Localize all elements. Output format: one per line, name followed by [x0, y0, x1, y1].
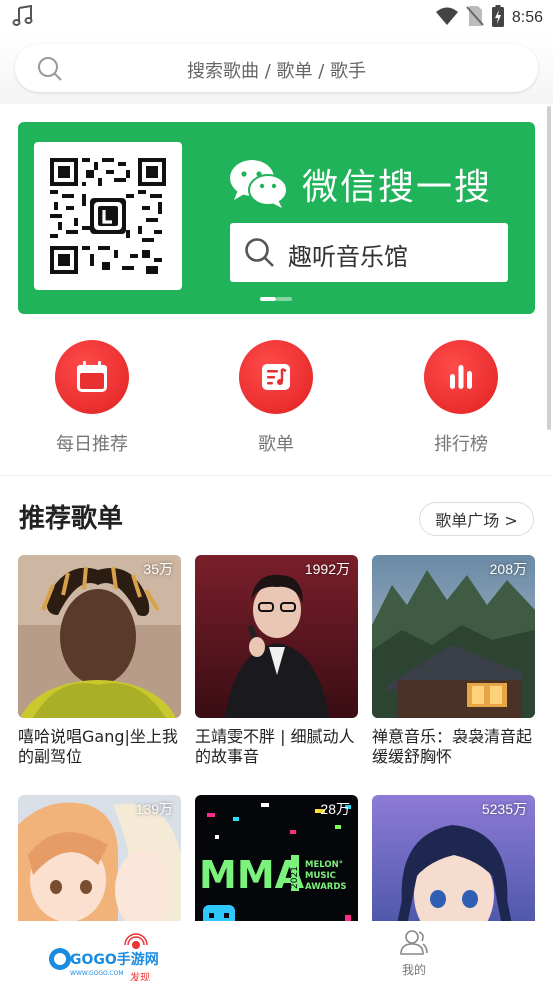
playlist-card[interactable]: 1992万 王靖雯不胖 | 细腻动人的故事音 — [195, 555, 358, 767]
playlist-cover: 208万 — [372, 555, 535, 718]
wechat-icon — [228, 158, 290, 214]
playlist-square-button[interactable]: 歌单广场 > — [419, 502, 534, 536]
search-placeholder: 搜索歌曲 / 歌单 / 歌手 — [186, 61, 366, 82]
play-count: 139万 — [135, 801, 173, 817]
playlist-cover: 1992万 — [195, 555, 358, 718]
watermark-text: GOGO手游网 — [70, 951, 158, 968]
search-input[interactable]: 搜索歌曲 / 歌单 / 歌手 — [15, 44, 538, 92]
mma-sub-text-2: MUSIC — [305, 871, 336, 881]
qr-code — [34, 142, 182, 290]
pagination-dot — [276, 297, 292, 301]
play-count: 5235万 — [481, 801, 527, 817]
banner[interactable]: 微信搜一搜 趣听音乐馆 — [18, 122, 535, 314]
banner-search-text: 趣听音乐馆 — [288, 243, 408, 271]
no-sim-icon — [466, 5, 484, 31]
watermark-url: WWW.GOGO.COM — [70, 970, 124, 977]
daily-recommend-button[interactable]: 每日推荐 — [32, 340, 152, 456]
nav-tab-mine[interactable]: 我的 — [394, 929, 434, 978]
mma-sub-text-3: AWARDS — [305, 882, 347, 892]
section-title: 推荐歌单 — [19, 504, 124, 534]
playlist-cover: 35万 — [18, 555, 181, 718]
mma-sub-text: MELON° — [305, 860, 343, 870]
play-count: 35万 — [143, 561, 173, 577]
banner-title: 微信搜一搜 — [302, 167, 493, 208]
status-time: 8:56 — [511, 9, 543, 26]
calendar-icon — [55, 340, 129, 414]
header: 搜索歌曲 / 歌单 / 歌手 — [0, 34, 553, 104]
divider — [0, 475, 553, 476]
playlist-title: 嘻哈说唱Gang|坐上我的副驾位 — [18, 727, 178, 766]
pagination-dot-active — [260, 297, 276, 301]
bottom-nav: GOGO手游网 WWW.GOGO.COM 发现 我的 — [0, 921, 553, 983]
playlist-icon — [239, 340, 313, 414]
mma-year-text: 2021 — [290, 866, 300, 889]
playlist-label: 歌单 — [258, 434, 294, 455]
play-count: 28万 — [320, 801, 350, 817]
quick-nav: 每日推荐 歌单 排行榜 — [0, 340, 553, 470]
search-icon — [244, 237, 276, 273]
music-note-icon — [12, 4, 34, 31]
battery-icon — [491, 5, 504, 31]
mma-logo-text: MMA — [199, 853, 305, 897]
playlist-card[interactable]: 208万 禅意音乐：袅袅清音起缓缓舒胸怀 — [372, 555, 535, 767]
playlist-card[interactable]: 35万 嘻哈说唱Gang|坐上我的副驾位 — [18, 555, 181, 767]
playlist-title: 王靖雯不胖 | 细腻动人的故事音 — [195, 727, 355, 766]
wifi-icon — [435, 6, 458, 30]
nav-tab-mine-label: 我的 — [401, 963, 426, 977]
playlist-title: 禅意音乐：袅袅清音起缓缓舒胸怀 — [372, 727, 533, 766]
ranking-button[interactable]: 排行榜 — [401, 340, 521, 456]
banner-search-box: 趣听音乐馆 — [230, 223, 508, 282]
status-bar: 8:56 — [0, 0, 553, 34]
play-count: 208万 — [489, 561, 527, 577]
user-icon — [400, 930, 428, 955]
chart-bars-icon — [424, 340, 498, 414]
watermark-sub: 发现 — [130, 971, 150, 981]
daily-recommend-label: 每日推荐 — [56, 434, 128, 455]
play-count: 1992万 — [304, 561, 350, 577]
banner-pagination — [260, 297, 292, 301]
gogo-watermark-logo: GOGO手游网 WWW.GOGO.COM 发现 — [46, 933, 159, 983]
playlist-button[interactable]: 歌单 — [216, 340, 336, 456]
ranking-label: 排行榜 — [434, 434, 488, 455]
